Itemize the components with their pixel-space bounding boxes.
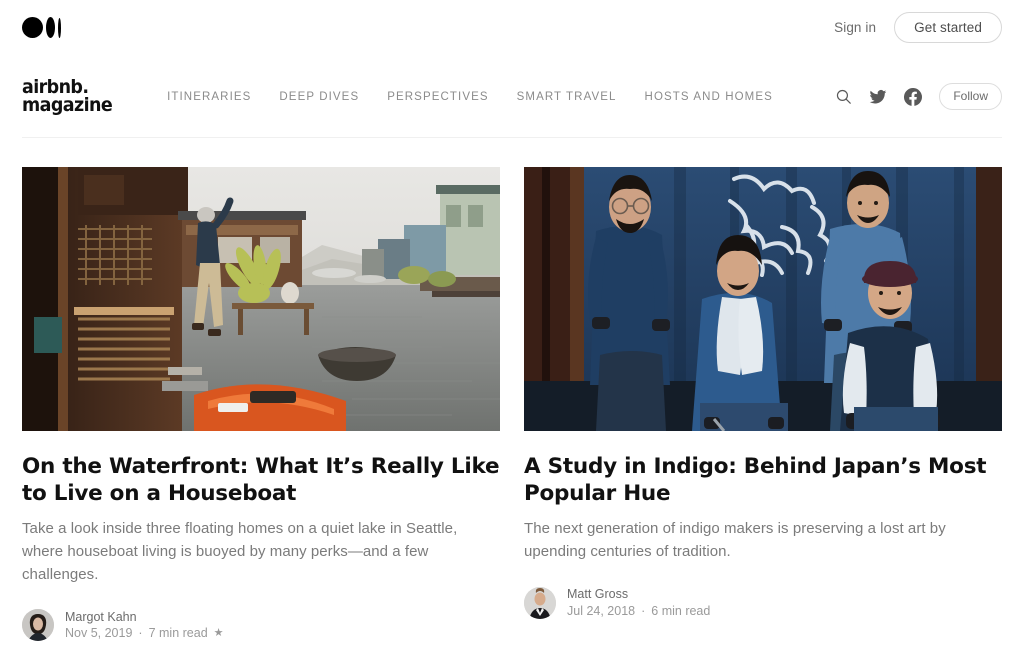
top-bar-actions: Sign in Get started [834, 11, 1002, 44]
publication-logo[interactable]: airbnb. magazine [22, 76, 113, 116]
article-meta: Nov 5, 2019 · 7 min read ★ [65, 625, 224, 642]
byline-text: Matt Gross Jul 24, 2018 · 6 min read [567, 586, 716, 620]
read-time: 7 min read [148, 626, 208, 641]
nav-item-perspectives[interactable]: PERSPECTIVES [387, 91, 488, 103]
byline-text: Margot Kahn Nov 5, 2019 · 7 min read ★ [65, 609, 224, 643]
twitter-icon[interactable] [869, 88, 887, 106]
meta-separator: · [138, 626, 143, 641]
get-started-button[interactable]: Get started [894, 11, 1002, 44]
publication-nav-actions: Follow [835, 83, 1002, 110]
medium-logo-ellipse [46, 17, 55, 38]
follow-button[interactable]: Follow [939, 83, 1002, 110]
publication-nav-left: airbnb. magazine ITINERARIES DEEP DIVES … [22, 76, 773, 116]
article-byline: Margot Kahn Nov 5, 2019 · 7 min read ★ [22, 609, 500, 643]
article-card-indigo[interactable]: A Study in Indigo: Behind Japan’s Most P… [524, 167, 1002, 642]
nav-item-hosts-and-homes[interactable]: HOSTS AND HOMES [645, 91, 773, 103]
search-icon[interactable] [835, 88, 852, 105]
nav-item-itineraries[interactable]: ITINERARIES [167, 91, 251, 103]
medium-top-bar: Sign in Get started [0, 0, 1024, 55]
nav-item-smart-travel[interactable]: SMART TRAVEL [517, 91, 617, 103]
publish-date: Jul 24, 2018 [567, 603, 636, 618]
medium-logo-bar [58, 17, 61, 38]
article-subtitle: The next generation of indigo makers is … [524, 520, 946, 560]
article-image-houseboat[interactable] [22, 167, 500, 431]
article-card-houseboat[interactable]: On the Waterfront: What It’s Really Like… [22, 167, 500, 642]
author-name[interactable]: Margot Kahn [65, 609, 224, 626]
medium-logo-icon[interactable] [22, 15, 61, 41]
publication-nav: airbnb. magazine ITINERARIES DEEP DIVES … [0, 55, 1024, 138]
article-title[interactable]: On the Waterfront: What It’s Really Like… [22, 453, 500, 507]
article-title[interactable]: A Study in Indigo: Behind Japan’s Most P… [524, 453, 1002, 507]
publication-logo-line1: airbnb. [22, 76, 89, 98]
publish-date: Nov 5, 2019 [65, 626, 133, 641]
nav-item-deep-dives[interactable]: DEEP DIVES [279, 91, 359, 103]
read-time: 6 min read [651, 603, 711, 618]
medium-logo-dot [22, 17, 43, 38]
author-avatar[interactable] [524, 586, 556, 619]
sign-in-link[interactable]: Sign in [834, 20, 876, 35]
article-byline: Matt Gross Jul 24, 2018 · 6 min read [524, 586, 1002, 620]
article-subtitle: Take a look inside three floating homes … [22, 520, 458, 583]
article-grid: On the Waterfront: What It’s Really Like… [0, 138, 1024, 642]
nav-links: ITINERARIES DEEP DIVES PERSPECTIVES SMAR… [167, 91, 773, 103]
member-star-icon: ★ [213, 627, 224, 640]
article-meta: Jul 24, 2018 · 6 min read [567, 603, 716, 620]
meta-separator: · [641, 603, 646, 618]
article-image-indigo[interactable] [524, 167, 1002, 431]
author-avatar[interactable] [22, 609, 54, 642]
author-name[interactable]: Matt Gross [567, 586, 716, 603]
publication-logo-line2: magazine [22, 94, 113, 116]
facebook-icon[interactable] [904, 87, 923, 106]
